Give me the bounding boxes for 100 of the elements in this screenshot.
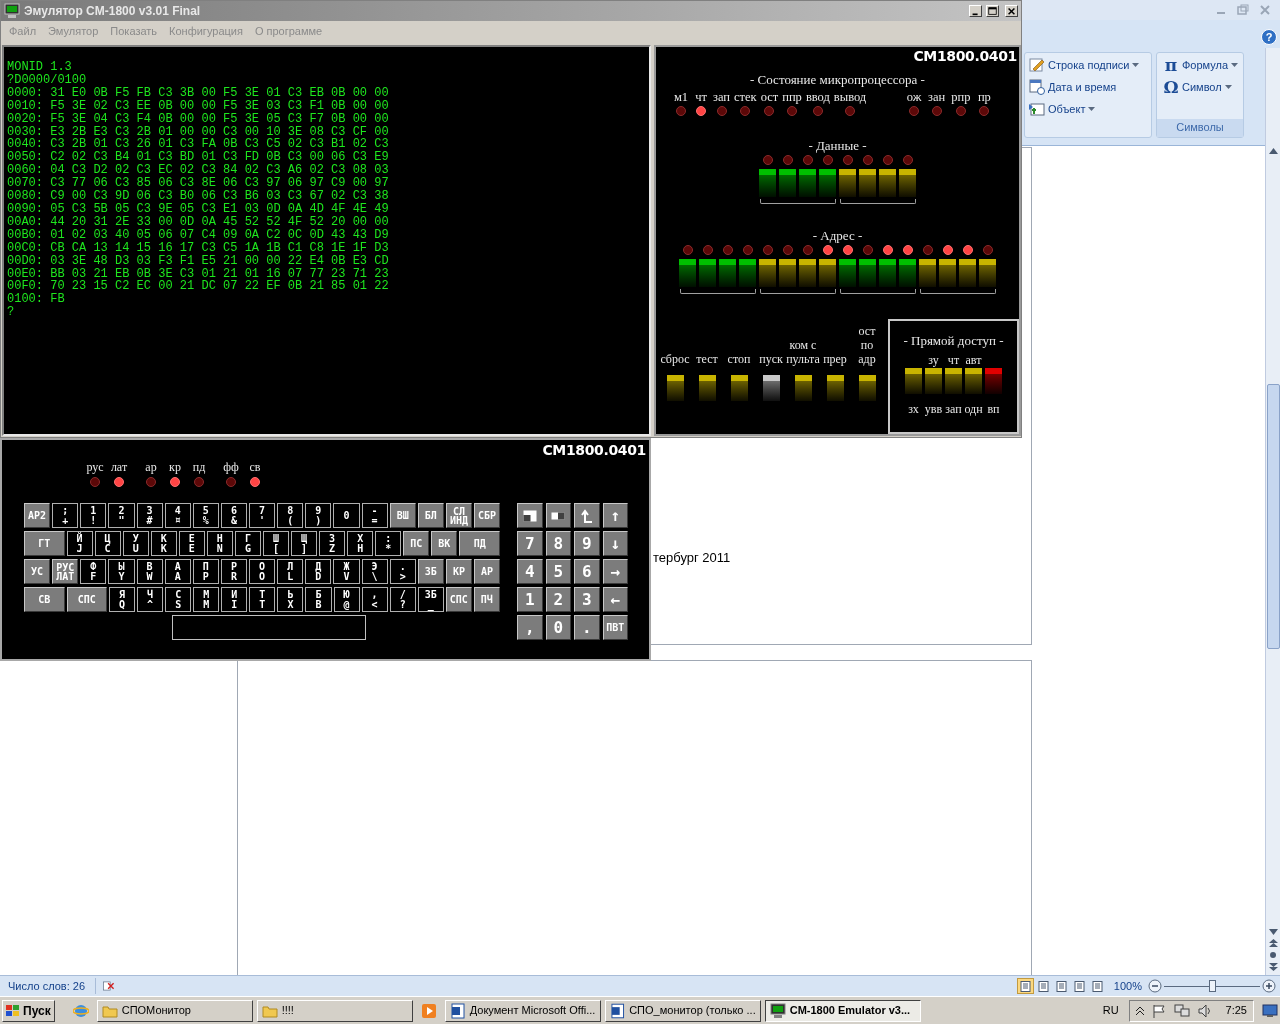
previous-page-icon[interactable] [1268, 939, 1278, 947]
ribbon-button[interactable]: Строка подписи [1029, 56, 1140, 74]
help-button[interactable]: ? [1261, 29, 1277, 45]
keyboard-key[interactable]: БЛ [417, 503, 444, 528]
keyboard-key[interactable]: 8 ( [277, 503, 304, 528]
taskbar-button[interactable]: CM-1800 Emulator v3... [764, 999, 921, 1022]
keypad-key[interactable]: ← [602, 587, 628, 612]
toggle-switch[interactable] [925, 368, 942, 394]
keyboard-key[interactable]: 4 ¤ [164, 503, 191, 528]
toggle-switch[interactable] [679, 259, 696, 287]
keyboard-key[interactable]: ПД [459, 531, 500, 556]
keyboard-key[interactable]: ГТ [24, 531, 65, 556]
toggle-switch[interactable] [905, 368, 922, 394]
keyboard-key[interactable]: 6 & [220, 503, 247, 528]
keyboard-key[interactable]: В W [136, 559, 163, 584]
flag-icon[interactable] [1151, 1003, 1166, 1018]
toggle-switch[interactable] [826, 375, 844, 401]
keyboard-key[interactable]: ВК [431, 531, 458, 556]
keyboard-key[interactable]: АР2 [24, 503, 51, 528]
keyboard-key[interactable]: Ь X [277, 587, 304, 612]
keyboard-key[interactable]: СПС [66, 587, 108, 612]
toggle-switch[interactable] [759, 259, 776, 287]
toggle-switch[interactable] [819, 259, 836, 287]
toggle-switch[interactable] [985, 368, 1002, 394]
keyboard-key[interactable]: Х H [347, 531, 374, 556]
keypad-key[interactable]: 3 [574, 587, 600, 612]
toggle-switch[interactable] [666, 375, 684, 401]
ribbon-button[interactable]: π Формула [1163, 56, 1239, 74]
keyboard-key[interactable]: У U [122, 531, 149, 556]
keyboard-key[interactable]: Ы Y [108, 559, 135, 584]
keypad-key[interactable] [545, 503, 571, 528]
toggle-switch[interactable] [779, 259, 796, 287]
keyboard-key[interactable]: Ч ^ [137, 587, 164, 612]
keyboard-key[interactable]: Е E [178, 531, 205, 556]
toggle-switch[interactable] [839, 259, 856, 287]
keyboard-key[interactable]: ПЧ [473, 587, 500, 612]
language-indicator[interactable]: RU [1102, 1002, 1119, 1019]
keypad-key[interactable] [517, 503, 543, 528]
toggle-switch[interactable] [859, 259, 876, 287]
toggle-switch[interactable] [794, 375, 812, 401]
keypad-key[interactable]: 0 [545, 615, 571, 640]
network-icon[interactable] [1173, 1003, 1190, 1018]
browse-object-icon[interactable] [1269, 951, 1277, 959]
keyboard-key[interactable]: . > [389, 559, 416, 584]
toggle-switch[interactable] [779, 169, 796, 197]
keyboard-key[interactable]: Щ ] [291, 531, 318, 556]
toggle-switch[interactable] [759, 169, 776, 197]
keyboard-key[interactable]: Я Q [109, 587, 136, 612]
keyboard-key[interactable]: М M [193, 587, 220, 612]
toggle-switch[interactable] [719, 259, 736, 287]
keyboard-key[interactable]: Г G [234, 531, 261, 556]
keyboard-key[interactable]: / ? [389, 587, 416, 612]
zoom-out-icon[interactable] [1148, 979, 1162, 993]
keypad-key[interactable] [574, 503, 600, 528]
keyboard-key[interactable]: О O [249, 559, 276, 584]
keypad-key[interactable]: 7 [517, 531, 543, 556]
keyboard-key[interactable]: ВШ [389, 503, 416, 528]
taskbar-button[interactable]: Документ Microsoft Offi... [444, 999, 601, 1022]
chevron-up-icon[interactable] [1135, 1006, 1144, 1015]
keyboard-key[interactable]: 5 % [192, 503, 219, 528]
keyboard-key[interactable]: Т T [249, 587, 276, 612]
toggle-switch[interactable] [799, 259, 816, 287]
toggle-switch[interactable] [979, 259, 996, 287]
toggle-switch[interactable] [699, 259, 716, 287]
toggle-switch[interactable] [739, 259, 756, 287]
keypad-key[interactable]: ↓ [602, 531, 628, 556]
desktop-icon[interactable] [1262, 1003, 1278, 1018]
keyboard-key[interactable]: 2 " [108, 503, 135, 528]
toggle-switch[interactable] [799, 169, 816, 197]
toggle-switch[interactable] [839, 169, 856, 197]
word-count[interactable]: Число слов: 26 [8, 977, 86, 995]
keyboard-key[interactable]: П P [192, 559, 219, 584]
maximize-button[interactable] [986, 5, 999, 17]
keypad-key[interactable]: → [602, 559, 628, 584]
next-page-icon[interactable] [1268, 963, 1278, 971]
toggle-switch[interactable] [859, 169, 876, 197]
keypad-key[interactable]: 9 [574, 531, 600, 556]
ribbon-button[interactable]: Ω Символ [1163, 78, 1232, 96]
keyboard-key[interactable]: Л L [277, 559, 304, 584]
slider-thumb[interactable] [1208, 980, 1216, 992]
start-button[interactable]: Пуск [2, 999, 55, 1022]
keyboard-key[interactable]: Ю @ [333, 587, 360, 612]
keyboard-key[interactable]: Б B [305, 587, 332, 612]
zoom-slider[interactable] [1164, 979, 1260, 993]
keyboard-key[interactable]: С S [165, 587, 192, 612]
toggle-switch[interactable] [899, 259, 916, 287]
keyboard-key[interactable]: СЛ ИНД [445, 503, 472, 528]
toggle-switch[interactable] [730, 375, 748, 401]
toggle-switch[interactable] [762, 375, 780, 401]
keyboard-key[interactable]: И I [221, 587, 248, 612]
keyboard-key[interactable]: АР [474, 559, 501, 584]
keyboard-key[interactable]: А A [164, 559, 191, 584]
view-button[interactable] [1016, 978, 1034, 994]
scroll-thumb[interactable] [1266, 384, 1280, 649]
minimize-button[interactable] [969, 5, 982, 17]
zoom-level[interactable]: 100% [1113, 977, 1142, 995]
ribbon-button[interactable]: Объект [1029, 100, 1096, 118]
keyboard-key[interactable]: Ш [ [262, 531, 289, 556]
keyboard-key[interactable]: Й J [66, 531, 93, 556]
toggle-switch[interactable] [965, 368, 982, 394]
